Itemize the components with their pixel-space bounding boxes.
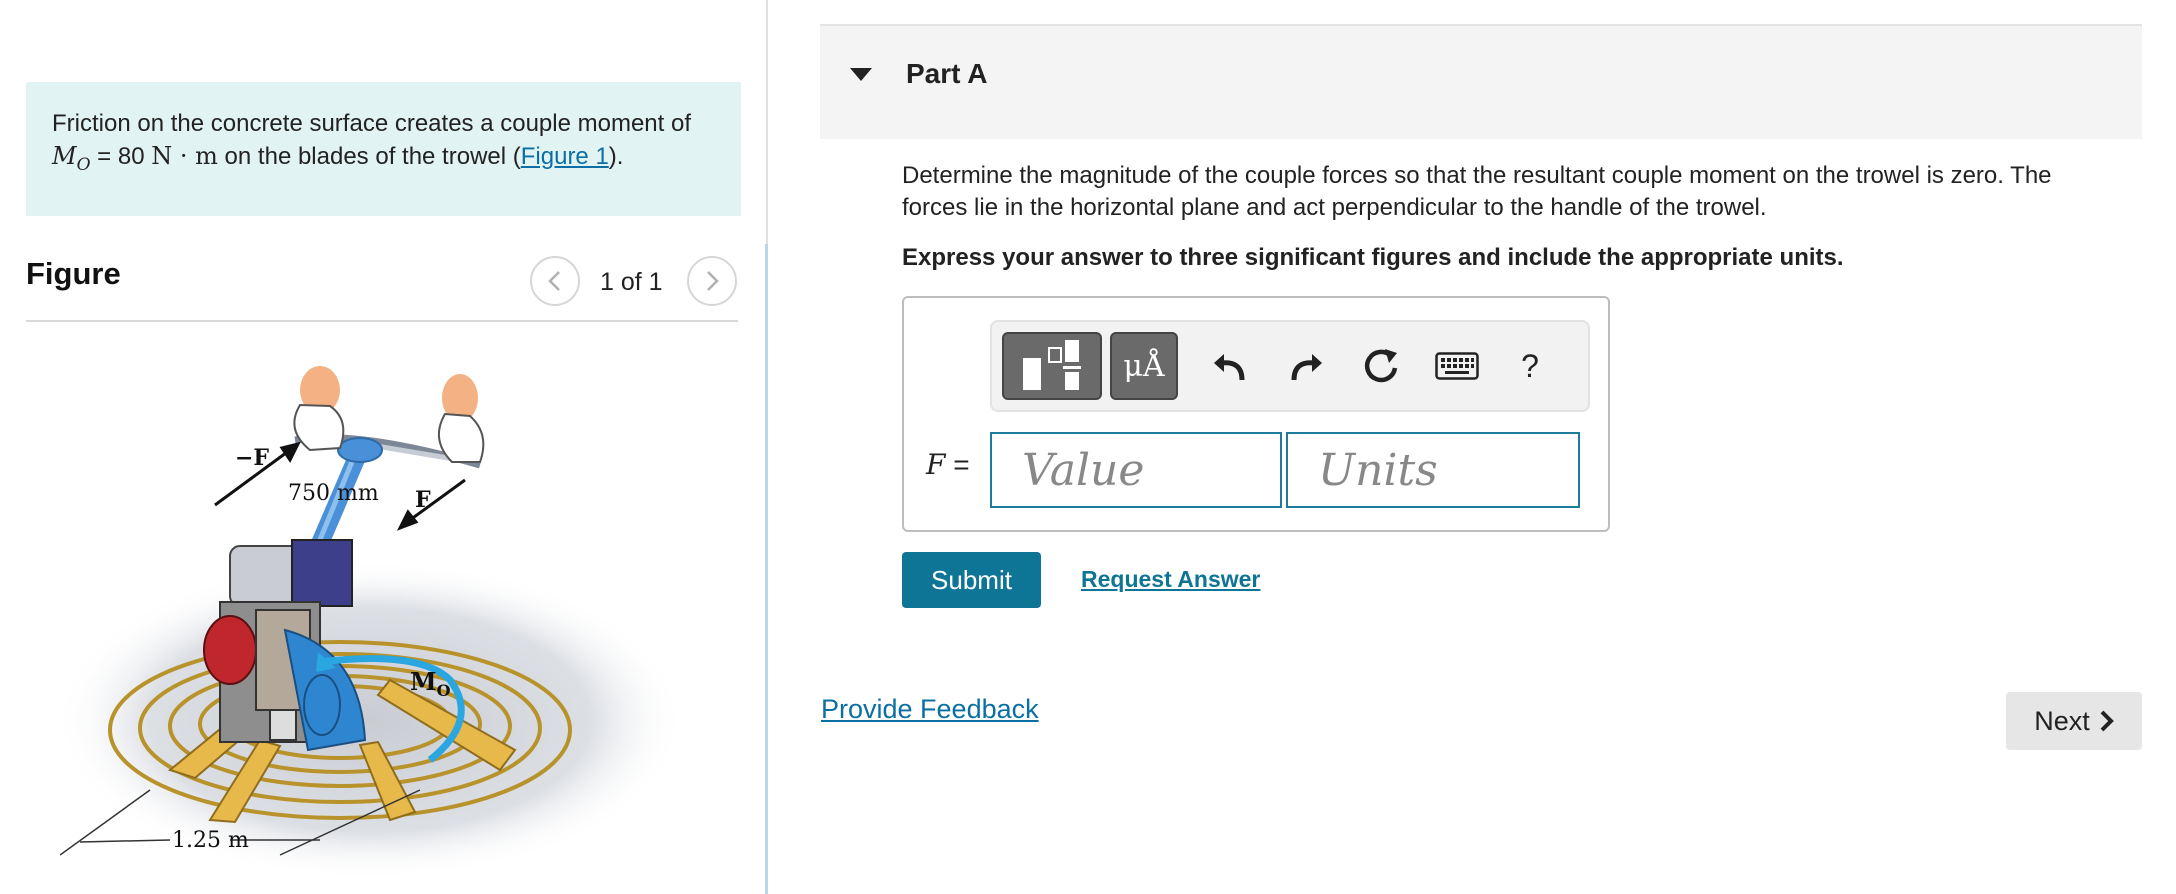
intro-text-before: Friction on the concrete surface creates… — [52, 110, 691, 137]
variable-equals: = — [945, 449, 970, 480]
provide-feedback-link[interactable]: Provide Feedback — [821, 694, 1039, 725]
question-text: Determine the magnitude of the couple fo… — [902, 162, 2052, 221]
figure-heading: Figure — [26, 256, 121, 291]
neg-force-label: −F — [235, 445, 269, 471]
next-button[interactable]: Next — [2006, 692, 2142, 750]
intro-text-after: on the blades of the trowel ( — [217, 143, 521, 170]
undo-icon — [1214, 354, 1245, 381]
help-button[interactable]: ? — [1502, 336, 1558, 396]
templates-button[interactable] — [1002, 332, 1102, 400]
trowel-figure: −F 750 mm F MO 1.25 m — [60, 366, 685, 880]
part-title: Part A — [906, 58, 988, 89]
chevron-left-icon — [548, 271, 560, 291]
keyboard-button[interactable] — [1424, 336, 1490, 396]
figure-divider — [26, 320, 738, 322]
force-label: F — [415, 487, 431, 513]
moment-label-symbol: M — [410, 667, 437, 696]
chevron-right-icon — [707, 271, 719, 291]
moment-unit: N · m — [151, 142, 218, 170]
redo-icon — [1291, 354, 1322, 381]
ground-shadow — [60, 560, 685, 880]
problem-panel: Friction on the concrete surface creates… — [0, 0, 768, 894]
variable-symbol: F — [926, 448, 946, 481]
request-answer-link[interactable]: Request Answer — [1081, 566, 1260, 593]
answer-box: μÅ ? F = Value Units — [902, 296, 1610, 532]
figure-prev-button[interactable] — [530, 256, 580, 306]
units-input[interactable]: Units — [1286, 432, 1580, 508]
collapse-triangle-icon[interactable] — [850, 68, 872, 81]
next-label: Next — [2034, 705, 2090, 736]
chevron-right-icon — [2100, 710, 2114, 732]
base-dimension-label: 1.25 m — [172, 828, 249, 853]
templates-icon — [1023, 340, 1081, 390]
keyboard-icon — [1435, 352, 1479, 380]
intro-text-end: ). — [608, 143, 624, 170]
moment-subscript: O — [76, 154, 91, 175]
figure-counter: 1 of 1 — [600, 268, 663, 296]
moment-label-sub: O — [437, 681, 451, 700]
redo-button[interactable] — [1278, 336, 1334, 396]
undo-button[interactable] — [1202, 336, 1258, 396]
part-a-header[interactable]: Part A — [820, 26, 2142, 139]
figure-link[interactable]: Figure 1 — [521, 143, 609, 170]
problem-intro: Friction on the concrete surface creates… — [26, 82, 741, 216]
panel-divider-scroll[interactable] — [765, 244, 768, 894]
instruction-text: Express your answer to three significant… — [902, 244, 1844, 271]
variable-label: F = — [926, 448, 970, 481]
handle-dimension-label: 750 mm — [288, 481, 379, 506]
submit-button[interactable]: Submit — [902, 552, 1041, 608]
reset-icon — [1364, 349, 1398, 383]
value-input[interactable]: Value — [990, 432, 1282, 508]
math-toolbar: μÅ ? — [990, 320, 1590, 412]
symbols-button[interactable]: μÅ — [1110, 332, 1178, 400]
intro-equals-value: = 80 — [90, 143, 152, 170]
moment-symbol: M — [52, 142, 77, 170]
figure-next-button[interactable] — [687, 256, 737, 306]
reset-button[interactable] — [1354, 336, 1410, 396]
